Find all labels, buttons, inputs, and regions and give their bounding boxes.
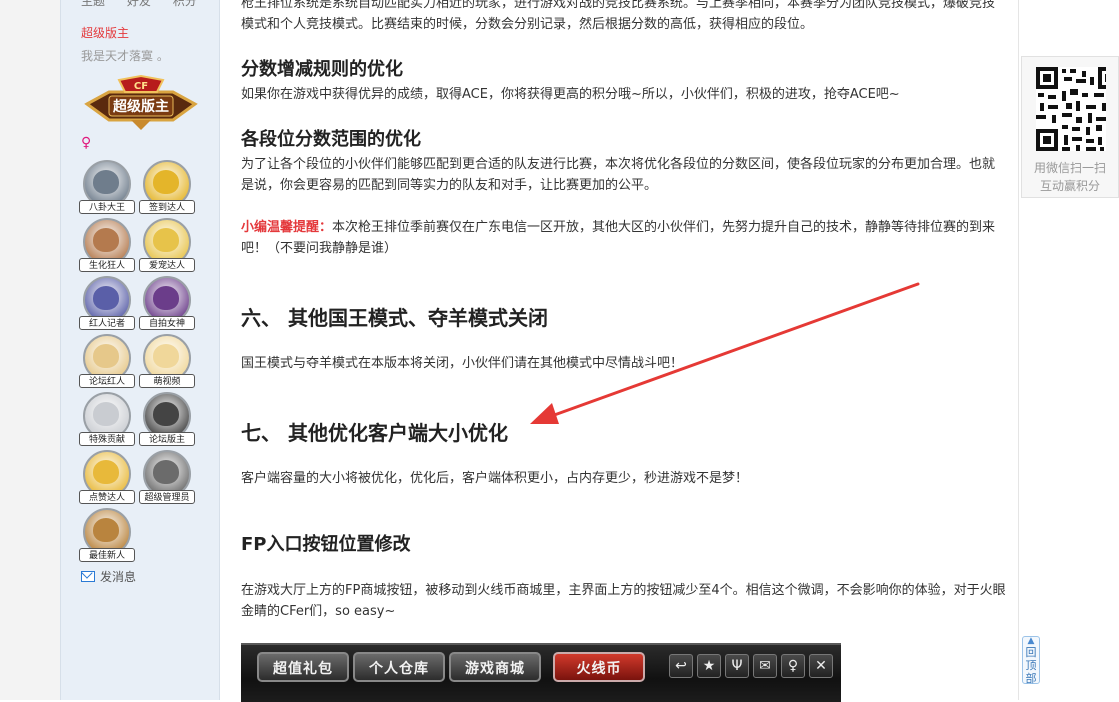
qr-caption-line-1: 用微信扫一扫 <box>1033 161 1106 175</box>
back-to-top-button[interactable]: ▲ 回顶部 <box>1022 636 1040 685</box>
back-to-top-label: 回顶部 <box>1025 646 1037 685</box>
qr-caption: 用微信扫一扫 互动赢积分 <box>1022 159 1118 195</box>
right-column-divider <box>1018 0 1019 700</box>
qr-code-icon <box>1036 67 1106 151</box>
qr-caption-line-2: 互动赢积分 <box>1039 179 1100 193</box>
arrow-up-icon: ▲ <box>1027 636 1035 646</box>
annotation-arrow <box>530 282 920 424</box>
wechat-qr-panel[interactable]: 用微信扫一扫 互动赢积分 <box>1021 56 1119 198</box>
